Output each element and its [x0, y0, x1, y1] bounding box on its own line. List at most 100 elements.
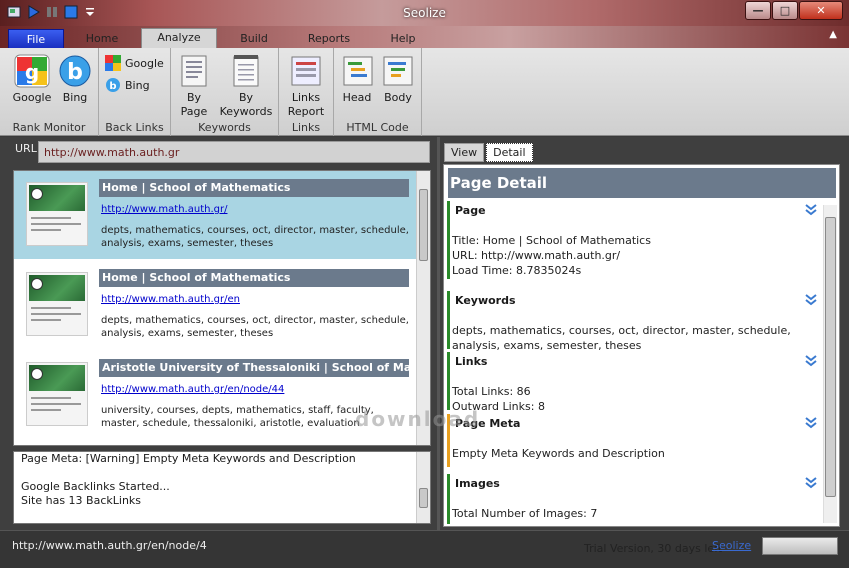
file-tab[interactable]: File [8, 29, 64, 48]
page-meta-warning: Empty Meta Keywords and Description [452, 447, 665, 460]
html-body-icon [380, 54, 416, 88]
svg-text:b: b [67, 60, 83, 85]
html-body-button[interactable]: Body [380, 54, 416, 105]
section-links: Links Total Links: 86 Outward Links: 8 [447, 352, 819, 413]
tab-detail[interactable]: Detail [486, 143, 533, 162]
url-label: URL: [15, 142, 41, 155]
collapse-chevron-icon[interactable] [803, 353, 819, 369]
notepad-icon [228, 54, 264, 88]
tab-home[interactable]: Home [76, 30, 128, 48]
collapse-chevron-icon[interactable] [803, 292, 819, 308]
detail-panel: Page Detail Page Title: Home | School of… [443, 164, 840, 527]
results-scroll-thumb[interactable] [419, 189, 428, 261]
total-links-value: Total Links: 86 [452, 385, 531, 398]
result-item[interactable]: Home | School of Mathematics http://www.… [14, 171, 416, 259]
tab-analyze[interactable]: Analyze [141, 28, 217, 48]
group-rank-monitor: g Google b Bing Rank Monitor [0, 48, 99, 136]
maximize-icon: □ [779, 4, 791, 17]
section-images: Images Total Number of Images: 7 [447, 474, 819, 524]
trial-status: Trial Version, 30 days left [584, 542, 723, 555]
section-keywords: Keywords depts, mathematics, courses, oc… [447, 291, 819, 352]
log-scroll-thumb[interactable] [419, 488, 428, 508]
html-head-icon [340, 54, 376, 88]
panel-splitter[interactable] [437, 137, 440, 530]
result-url-link[interactable]: http://www.math.auth.gr/ [101, 204, 227, 215]
result-url-link[interactable]: http://www.math.auth.gr/en/node/44 [101, 384, 284, 395]
log-scrollbar[interactable] [416, 452, 430, 523]
status-bar: http://www.math.auth.gr/en/node/4 Trial … [0, 530, 849, 568]
google-logo-icon: g [14, 54, 50, 88]
group-label-links: Links [291, 121, 321, 134]
svg-text:g: g [25, 60, 39, 84]
google-small-icon [105, 55, 121, 71]
group-label-keywords: Keywords [198, 121, 251, 134]
group-label-rank-monitor: Rank Monitor [12, 121, 86, 134]
group-label-html-code: HTML Code [346, 121, 409, 134]
minimize-icon: — [752, 4, 764, 17]
section-title: Page [455, 204, 486, 217]
collapse-ribbon-icon[interactable]: ▲ [829, 29, 837, 40]
group-html-code: Head Body HTML Code [334, 48, 422, 136]
result-item[interactable]: Home | School of Mathematics http://www.… [14, 261, 416, 349]
page-thumbnail [26, 272, 88, 336]
detail-header: Page Detail [448, 168, 836, 198]
images-count-value: Total Number of Images: 7 [452, 507, 598, 520]
section-page: Page Title: Home | School of Mathematics… [447, 201, 819, 279]
tab-help[interactable]: Help [380, 30, 426, 48]
results-list: Home | School of Mathematics http://www.… [13, 170, 431, 446]
page-thumbnail [26, 362, 88, 426]
log-text: Page Meta: [Warning] Empty Meta Keywords… [21, 452, 356, 507]
detail-scroll-thumb[interactable] [825, 217, 836, 497]
result-title: Home | School of Mathematics [99, 179, 409, 197]
section-title: Keywords [455, 294, 516, 307]
collapse-chevron-icon[interactable] [803, 475, 819, 491]
section-page-meta: Page Meta Empty Meta Keywords and Descri… [447, 414, 819, 467]
keywords-by-page-button[interactable]: By Page [177, 54, 211, 119]
log-panel: Page Meta: [Warning] Empty Meta Keywords… [13, 451, 431, 524]
tab-reports[interactable]: Reports [298, 30, 360, 48]
results-scrollbar[interactable] [416, 171, 430, 445]
section-title: Images [455, 477, 500, 490]
group-links: Links Report Links [279, 48, 334, 136]
outward-links-value: Outward Links: 8 [452, 400, 545, 413]
tab-build[interactable]: Build [228, 30, 280, 48]
detail-scrollbar[interactable] [823, 205, 837, 523]
html-head-button[interactable]: Head [340, 54, 374, 105]
section-title: Links [455, 355, 488, 368]
group-back-links: Google b Bing Back Links [99, 48, 171, 136]
page-load-time: Load Time: 8.7835024s [452, 264, 582, 277]
maximize-button[interactable]: □ [772, 1, 798, 20]
main-area: URL: Home | School of Mathematics http:/… [0, 137, 849, 530]
title-bar: Seolize — □ ✕ [0, 0, 849, 26]
detail-tabs: View Detail [444, 143, 535, 162]
result-keywords: depts, mathematics, courses, oct, direct… [101, 225, 409, 249]
close-icon: ✕ [816, 4, 826, 17]
tab-view[interactable]: View [444, 143, 485, 162]
rank-google-button[interactable]: g Google [10, 54, 54, 105]
keywords-by-keywords-button[interactable]: By Keywords [219, 54, 273, 119]
collapse-chevron-icon[interactable] [803, 415, 819, 431]
group-keywords: By Page By Keywords Keywords [171, 48, 279, 136]
result-title: Aristotle University of Thessaloniki | S… [99, 359, 409, 377]
result-keywords: depts, mathematics, courses, oct, direct… [101, 315, 409, 339]
result-url-link[interactable]: http://www.math.auth.gr/en [101, 294, 240, 305]
window-title: Seolize [403, 6, 446, 20]
collapse-chevron-icon[interactable] [803, 202, 819, 218]
ribbon-tab-row: File Home Analyze Build Reports Help ▲ [0, 26, 849, 48]
page-thumbnail [26, 182, 88, 246]
links-report-button[interactable]: Links Report [285, 54, 327, 119]
svg-text:b: b [109, 81, 116, 92]
bing-logo-icon: b [57, 54, 93, 88]
backlinks-bing-button[interactable]: b Bing [105, 77, 150, 93]
ribbon: g Google b Bing Rank Monitor Google b Bi… [0, 48, 849, 136]
url-input[interactable] [38, 141, 430, 163]
seolize-link[interactable]: Seolize [712, 539, 751, 552]
rank-bing-button[interactable]: b Bing [56, 54, 94, 105]
page-title-value: Title: Home | School of Mathematics [452, 234, 651, 247]
watermark-text: download [355, 407, 481, 431]
minimize-button[interactable]: — [745, 1, 771, 20]
group-label-back-links: Back Links [105, 121, 164, 134]
close-button[interactable]: ✕ [799, 1, 843, 20]
status-current-url: http://www.math.auth.gr/en/node/4 [12, 539, 207, 552]
backlinks-google-button[interactable]: Google [105, 55, 164, 71]
